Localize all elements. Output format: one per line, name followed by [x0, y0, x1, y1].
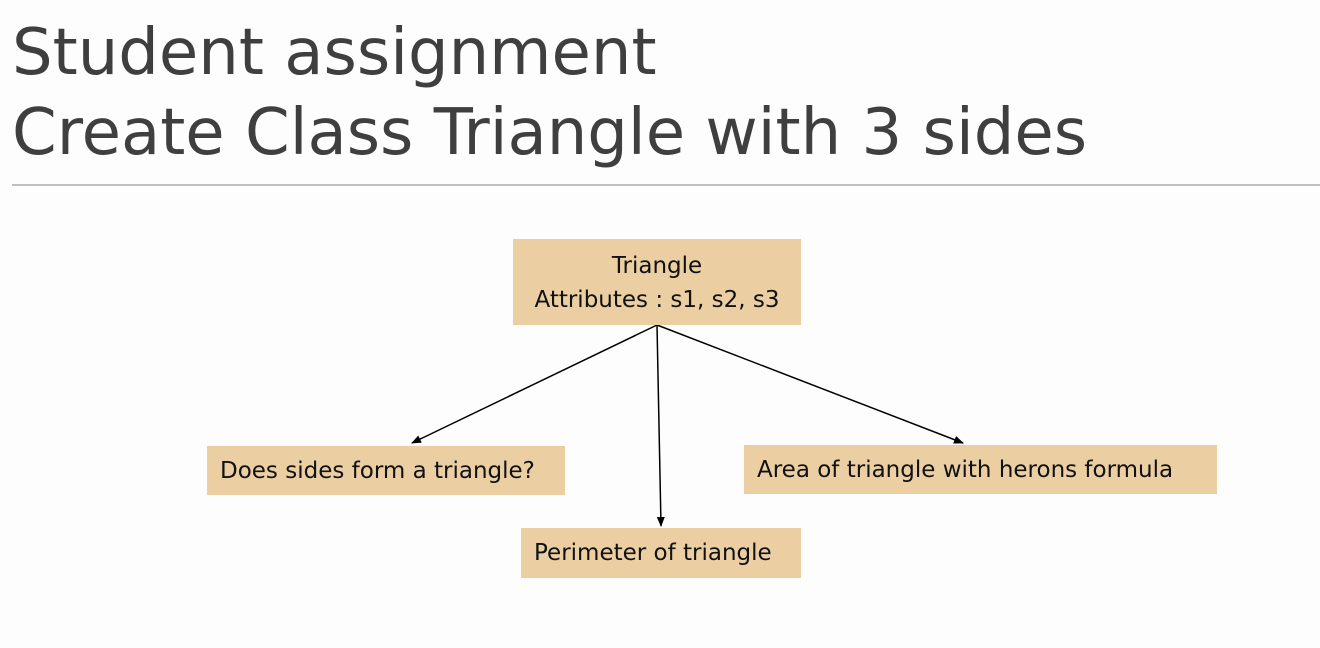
- arrow-to-perimeter: [656, 324, 665, 527]
- method-label: Does sides form a triangle?: [220, 457, 535, 484]
- arrow-to-area: [656, 324, 964, 444]
- class-attributes: Attributes : s1, s2, s3: [534, 287, 780, 313]
- method-box-perimeter: Perimeter of triangle: [521, 528, 801, 578]
- method-box-area: Area of triangle with herons formula: [744, 445, 1217, 494]
- class-name: Triangle: [611, 253, 703, 279]
- arrow-to-validity-check: [411, 324, 658, 444]
- method-box-validity-check: Does sides form a triangle?: [207, 446, 565, 495]
- method-label: Perimeter of triangle: [534, 540, 772, 566]
- triangle-class-box: Triangle Attributes : s1, s2, s3: [513, 239, 801, 325]
- method-label: Area of triangle with herons formula: [757, 456, 1174, 483]
